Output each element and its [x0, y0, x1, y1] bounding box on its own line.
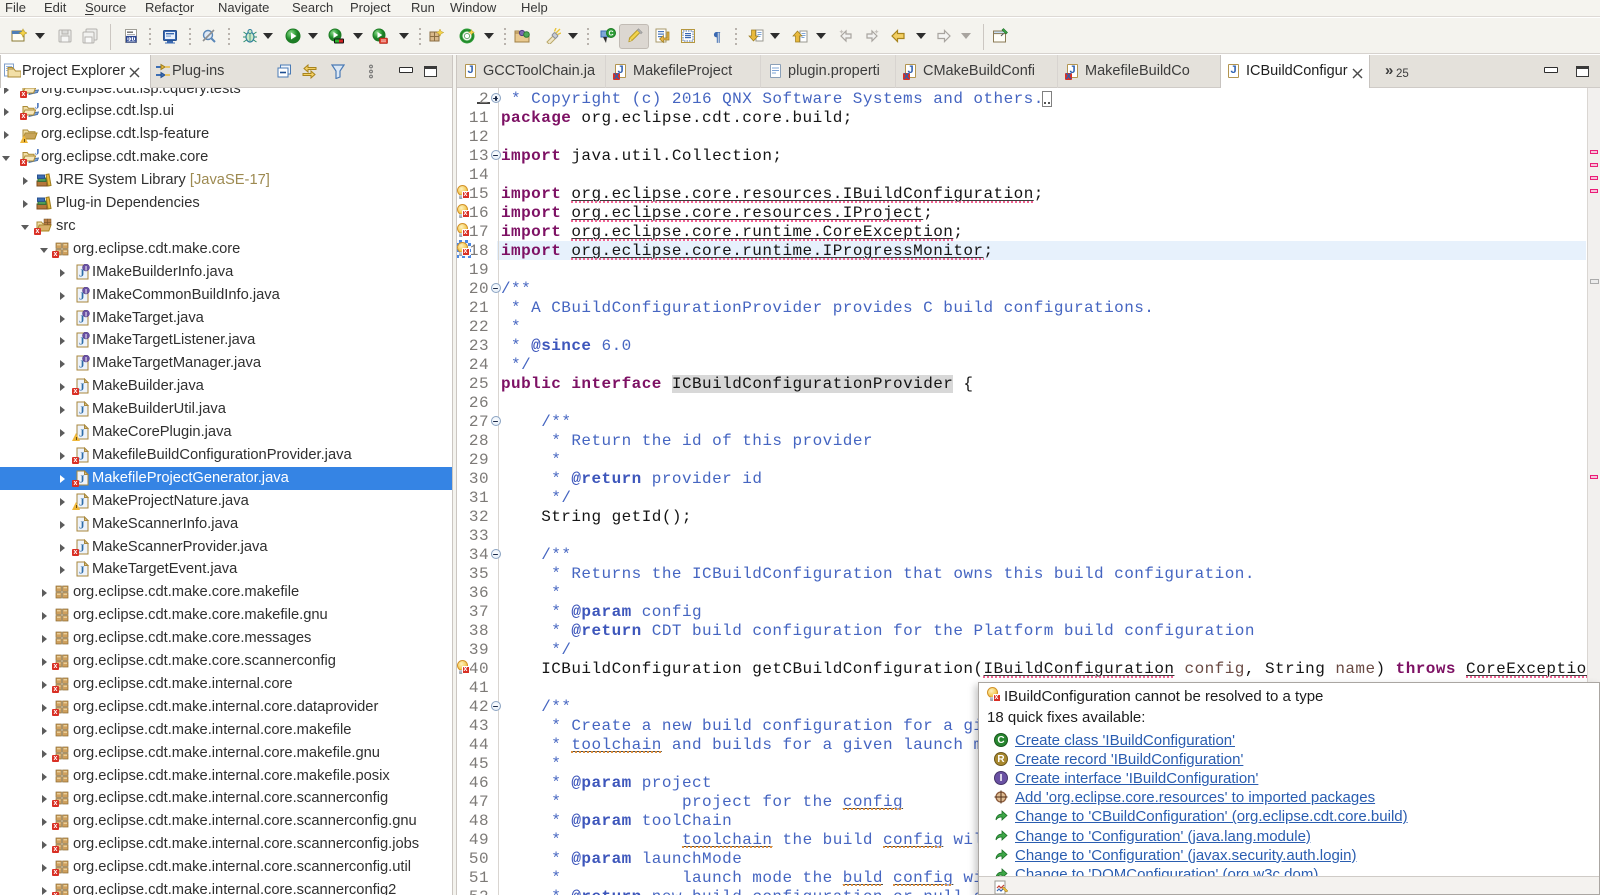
svg-text:I: I	[85, 311, 87, 318]
svg-text:¶: ¶	[713, 30, 721, 44]
svg-text:J: J	[79, 405, 85, 417]
svg-text:J: J	[79, 519, 85, 531]
svg-text:J: J	[79, 565, 85, 577]
svg-text:I: I	[85, 288, 87, 295]
svg-text:J: J	[79, 382, 85, 394]
svg-text:I: I	[85, 334, 87, 341]
svg-text:J: J	[79, 542, 85, 554]
svg-text:I: I	[85, 357, 87, 364]
svg-text:C: C	[608, 31, 613, 38]
svg-text:J: J	[79, 450, 85, 462]
svg-text:J: J	[79, 473, 85, 485]
svg-text:010: 010	[126, 37, 137, 43]
svg-text:J: J	[35, 103, 39, 111]
svg-text:J: J	[35, 149, 39, 157]
svg-text:I: I	[85, 265, 87, 272]
